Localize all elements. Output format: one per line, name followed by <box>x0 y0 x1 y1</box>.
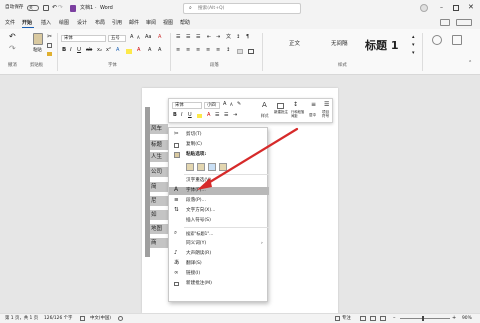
status-focus[interactable]: 专注 <box>342 316 351 321</box>
proofing-icon[interactable] <box>80 316 85 321</box>
print-layout-icon[interactable] <box>370 316 376 321</box>
focus-icon[interactable] <box>335 316 340 321</box>
status-page[interactable]: 第 1 页，共 1 页 <box>5 316 38 321</box>
zoom-out-icon[interactable]: – <box>393 316 396 321</box>
status-bar: 第 1 页，共 1 页 126/126 个字 中文(中国) 专注 – + 90% <box>0 313 480 323</box>
read-mode-icon[interactable] <box>360 316 366 321</box>
accessibility-icon[interactable] <box>118 316 123 321</box>
status-words[interactable]: 126/126 个字 <box>44 316 72 321</box>
zoom-slider-thumb[interactable] <box>422 316 424 321</box>
status-language[interactable]: 中文(中国) <box>90 316 111 321</box>
web-layout-icon[interactable] <box>380 316 386 321</box>
zoom-level[interactable]: 90% <box>462 316 472 321</box>
zoom-slider[interactable] <box>400 318 450 319</box>
zoom-in-icon[interactable]: + <box>452 316 456 321</box>
annotation-arrow <box>197 127 299 190</box>
